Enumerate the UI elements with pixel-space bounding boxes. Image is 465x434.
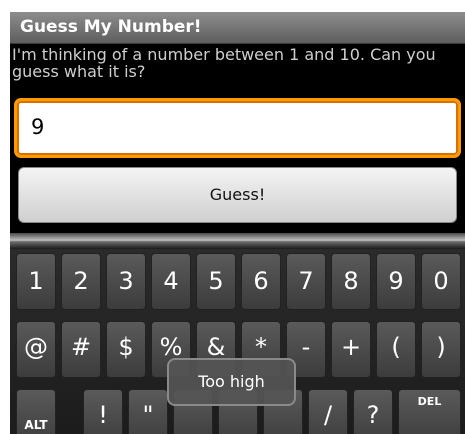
key-exclamation[interactable]: ! xyxy=(83,389,123,434)
key-open-paren[interactable]: ( xyxy=(376,321,416,378)
key-6[interactable]: 6 xyxy=(241,253,281,310)
key-1[interactable]: 1 xyxy=(16,253,56,310)
keyboard-separator xyxy=(10,233,465,249)
toast-message: Too high xyxy=(167,358,296,406)
title-bar: Guess My Number! xyxy=(10,12,465,44)
guess-input[interactable]: 9 xyxy=(14,98,461,158)
key-2[interactable]: 2 xyxy=(61,253,101,310)
key-slash[interactable]: / xyxy=(308,389,348,434)
key-7[interactable]: 7 xyxy=(286,253,326,310)
key-dollar[interactable]: $ xyxy=(106,321,146,378)
key-quote[interactable]: " xyxy=(128,389,168,434)
key-hash[interactable]: # xyxy=(61,321,101,378)
key-plus[interactable]: + xyxy=(331,321,371,378)
key-9[interactable]: 9 xyxy=(376,253,416,310)
key-question[interactable]: ? xyxy=(353,389,393,434)
key-8[interactable]: 8 xyxy=(331,253,371,310)
key-4[interactable]: 4 xyxy=(151,253,191,310)
soft-keyboard: 1 2 3 4 5 6 7 8 9 0 @ # $ % & * - + ( ) … xyxy=(10,249,465,434)
key-alt[interactable]: ALT xyxy=(16,389,56,434)
prompt-text: I'm thinking of a number between 1 and 1… xyxy=(12,45,436,81)
key-5[interactable]: 5 xyxy=(196,253,236,310)
key-0[interactable]: 0 xyxy=(421,253,461,310)
key-close-paren[interactable]: ) xyxy=(421,321,461,378)
key-at[interactable]: @ xyxy=(16,321,56,378)
key-3[interactable]: 3 xyxy=(106,253,146,310)
guess-button[interactable]: Guess! xyxy=(18,167,457,223)
key-delete[interactable]: DEL xyxy=(398,389,461,434)
